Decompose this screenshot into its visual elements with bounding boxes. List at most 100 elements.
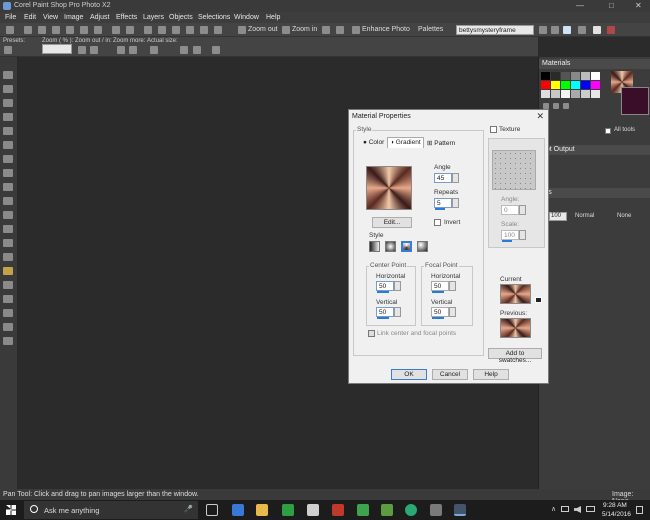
texture-angle-spinner[interactable] xyxy=(519,205,526,215)
zoom-fit-icon[interactable] xyxy=(214,26,222,34)
zoom-out-button[interactable]: Zoom out xyxy=(248,26,278,33)
swatch[interactable] xyxy=(551,90,560,98)
swatch[interactable] xyxy=(571,72,580,80)
volume-icon[interactable] xyxy=(574,506,581,513)
fit-window-icon[interactable] xyxy=(180,46,188,54)
maximize-button[interactable]: □ xyxy=(609,1,614,10)
tab-pattern[interactable]: ⊞ Pattern xyxy=(425,138,457,149)
swatch[interactable] xyxy=(541,81,550,89)
ok-button[interactable]: OK xyxy=(391,369,427,380)
rectangular-style-icon[interactable] xyxy=(385,241,396,252)
link-points-checkbox[interactable] xyxy=(368,330,375,337)
menu-window[interactable]: Window xyxy=(234,14,259,21)
blend-mode[interactable]: Normal xyxy=(575,213,594,219)
minimize-button[interactable]: — xyxy=(576,1,584,10)
swatch[interactable] xyxy=(551,81,560,89)
center-horizontal-slider[interactable] xyxy=(377,291,389,293)
red-eye-tool-icon[interactable] xyxy=(3,155,13,163)
pan-tool-icon[interactable] xyxy=(3,71,13,79)
center-horizontal-input[interactable]: 50 xyxy=(376,281,394,291)
scale-spinner[interactable] xyxy=(519,230,526,240)
angle-spinner[interactable] xyxy=(452,173,459,183)
tile-icon[interactable] xyxy=(539,26,547,34)
menu-help[interactable]: Help xyxy=(266,14,280,21)
dialog-close-button[interactable]: ✕ xyxy=(536,111,544,122)
repeats-slider[interactable] xyxy=(435,208,445,210)
focal-vertical-input[interactable]: 50 xyxy=(431,307,449,317)
dropper-tool-icon[interactable] xyxy=(3,113,13,121)
zoom-in-button[interactable]: Zoom in xyxy=(292,26,317,33)
swatch[interactable] xyxy=(551,72,560,80)
focal-horizontal-input[interactable]: 50 xyxy=(431,281,449,291)
magnifier-icon[interactable] xyxy=(200,26,208,34)
cascade-icon[interactable] xyxy=(551,26,559,34)
help-button[interactable]: Help xyxy=(473,369,509,380)
center-horizontal-spinner[interactable] xyxy=(394,281,401,291)
resize-icon[interactable] xyxy=(186,26,194,34)
gradient-preview[interactable] xyxy=(366,166,412,210)
clock-time[interactable]: 9:28 AM xyxy=(603,502,627,509)
messaging-app-icon[interactable] xyxy=(381,504,393,516)
dodge-tool-icon[interactable] xyxy=(3,197,13,205)
focal-horizontal-slider[interactable] xyxy=(432,291,444,293)
print-icon[interactable] xyxy=(66,26,74,34)
repeats-input[interactable]: 5 xyxy=(434,198,452,208)
tab-gradient[interactable]: ◑ Gradient xyxy=(387,137,424,148)
eraser-tool-icon[interactable] xyxy=(3,225,13,233)
center-vertical-input[interactable]: 50 xyxy=(376,307,394,317)
focal-vertical-slider[interactable] xyxy=(432,317,444,319)
sunburst-style-icon[interactable] xyxy=(401,241,412,252)
menu-effects[interactable]: Effects xyxy=(116,14,137,21)
fit-screen-icon[interactable] xyxy=(193,46,201,54)
menu-objects[interactable]: Objects xyxy=(169,14,193,21)
scale-slider[interactable] xyxy=(502,240,512,242)
warp-tool-icon[interactable] xyxy=(3,309,13,317)
zoom-out-icon[interactable] xyxy=(238,26,246,34)
menu-file[interactable]: File xyxy=(5,14,16,21)
window-view-icon[interactable] xyxy=(563,26,571,34)
pick-tool-icon[interactable] xyxy=(3,85,13,93)
undo-icon[interactable] xyxy=(112,26,120,34)
xbox-icon[interactable] xyxy=(282,504,294,516)
invert-checkbox[interactable] xyxy=(434,219,441,226)
save-icon[interactable] xyxy=(52,26,60,34)
add-to-swatches-button[interactable]: Add to swatches... xyxy=(488,348,542,364)
swatch[interactable] xyxy=(561,81,570,89)
grammarly-icon[interactable] xyxy=(405,504,417,516)
deform-tool-icon[interactable] xyxy=(3,323,13,331)
browse-icon[interactable] xyxy=(38,26,46,34)
windows-start-icon[interactable] xyxy=(6,505,16,515)
chat-app-icon[interactable] xyxy=(357,504,369,516)
cut-icon[interactable] xyxy=(80,26,88,34)
crop-icon[interactable] xyxy=(158,26,166,34)
store-icon[interactable] xyxy=(307,504,319,516)
file-explorer-icon[interactable] xyxy=(256,504,268,516)
close-button[interactable]: ✕ xyxy=(635,1,642,10)
actual-size-icon[interactable] xyxy=(150,46,158,54)
swatch[interactable] xyxy=(561,72,570,80)
background-material[interactable] xyxy=(621,87,649,115)
flood-fill-tool-icon[interactable] xyxy=(3,253,13,261)
palette-icon[interactable] xyxy=(553,103,559,109)
microphone-icon[interactable]: 🎤 xyxy=(184,505,193,513)
layer-opacity[interactable]: 100 xyxy=(549,212,567,221)
swatch[interactable] xyxy=(571,81,580,89)
scale-input[interactable]: 100 xyxy=(501,230,519,240)
redo-icon[interactable] xyxy=(126,26,134,34)
stop-icon[interactable] xyxy=(593,26,601,34)
app-red-icon[interactable] xyxy=(332,504,344,516)
clone-brush-tool-icon[interactable] xyxy=(3,183,13,191)
zoom-more-plus-icon[interactable] xyxy=(129,46,137,54)
network-icon[interactable] xyxy=(561,506,569,512)
angle-input[interactable]: 45 xyxy=(434,173,452,183)
app-gray-icon[interactable] xyxy=(430,504,442,516)
swatch[interactable] xyxy=(591,72,600,80)
swatch[interactable] xyxy=(561,90,570,98)
swatch[interactable] xyxy=(581,81,590,89)
focal-horizontal-spinner[interactable] xyxy=(449,281,456,291)
presets-icon[interactable] xyxy=(4,46,12,54)
select-icon[interactable] xyxy=(144,26,152,34)
swatch[interactable] xyxy=(581,90,590,98)
layer-visibility[interactable]: None xyxy=(617,213,631,219)
zoom-more-minus-icon[interactable] xyxy=(117,46,125,54)
